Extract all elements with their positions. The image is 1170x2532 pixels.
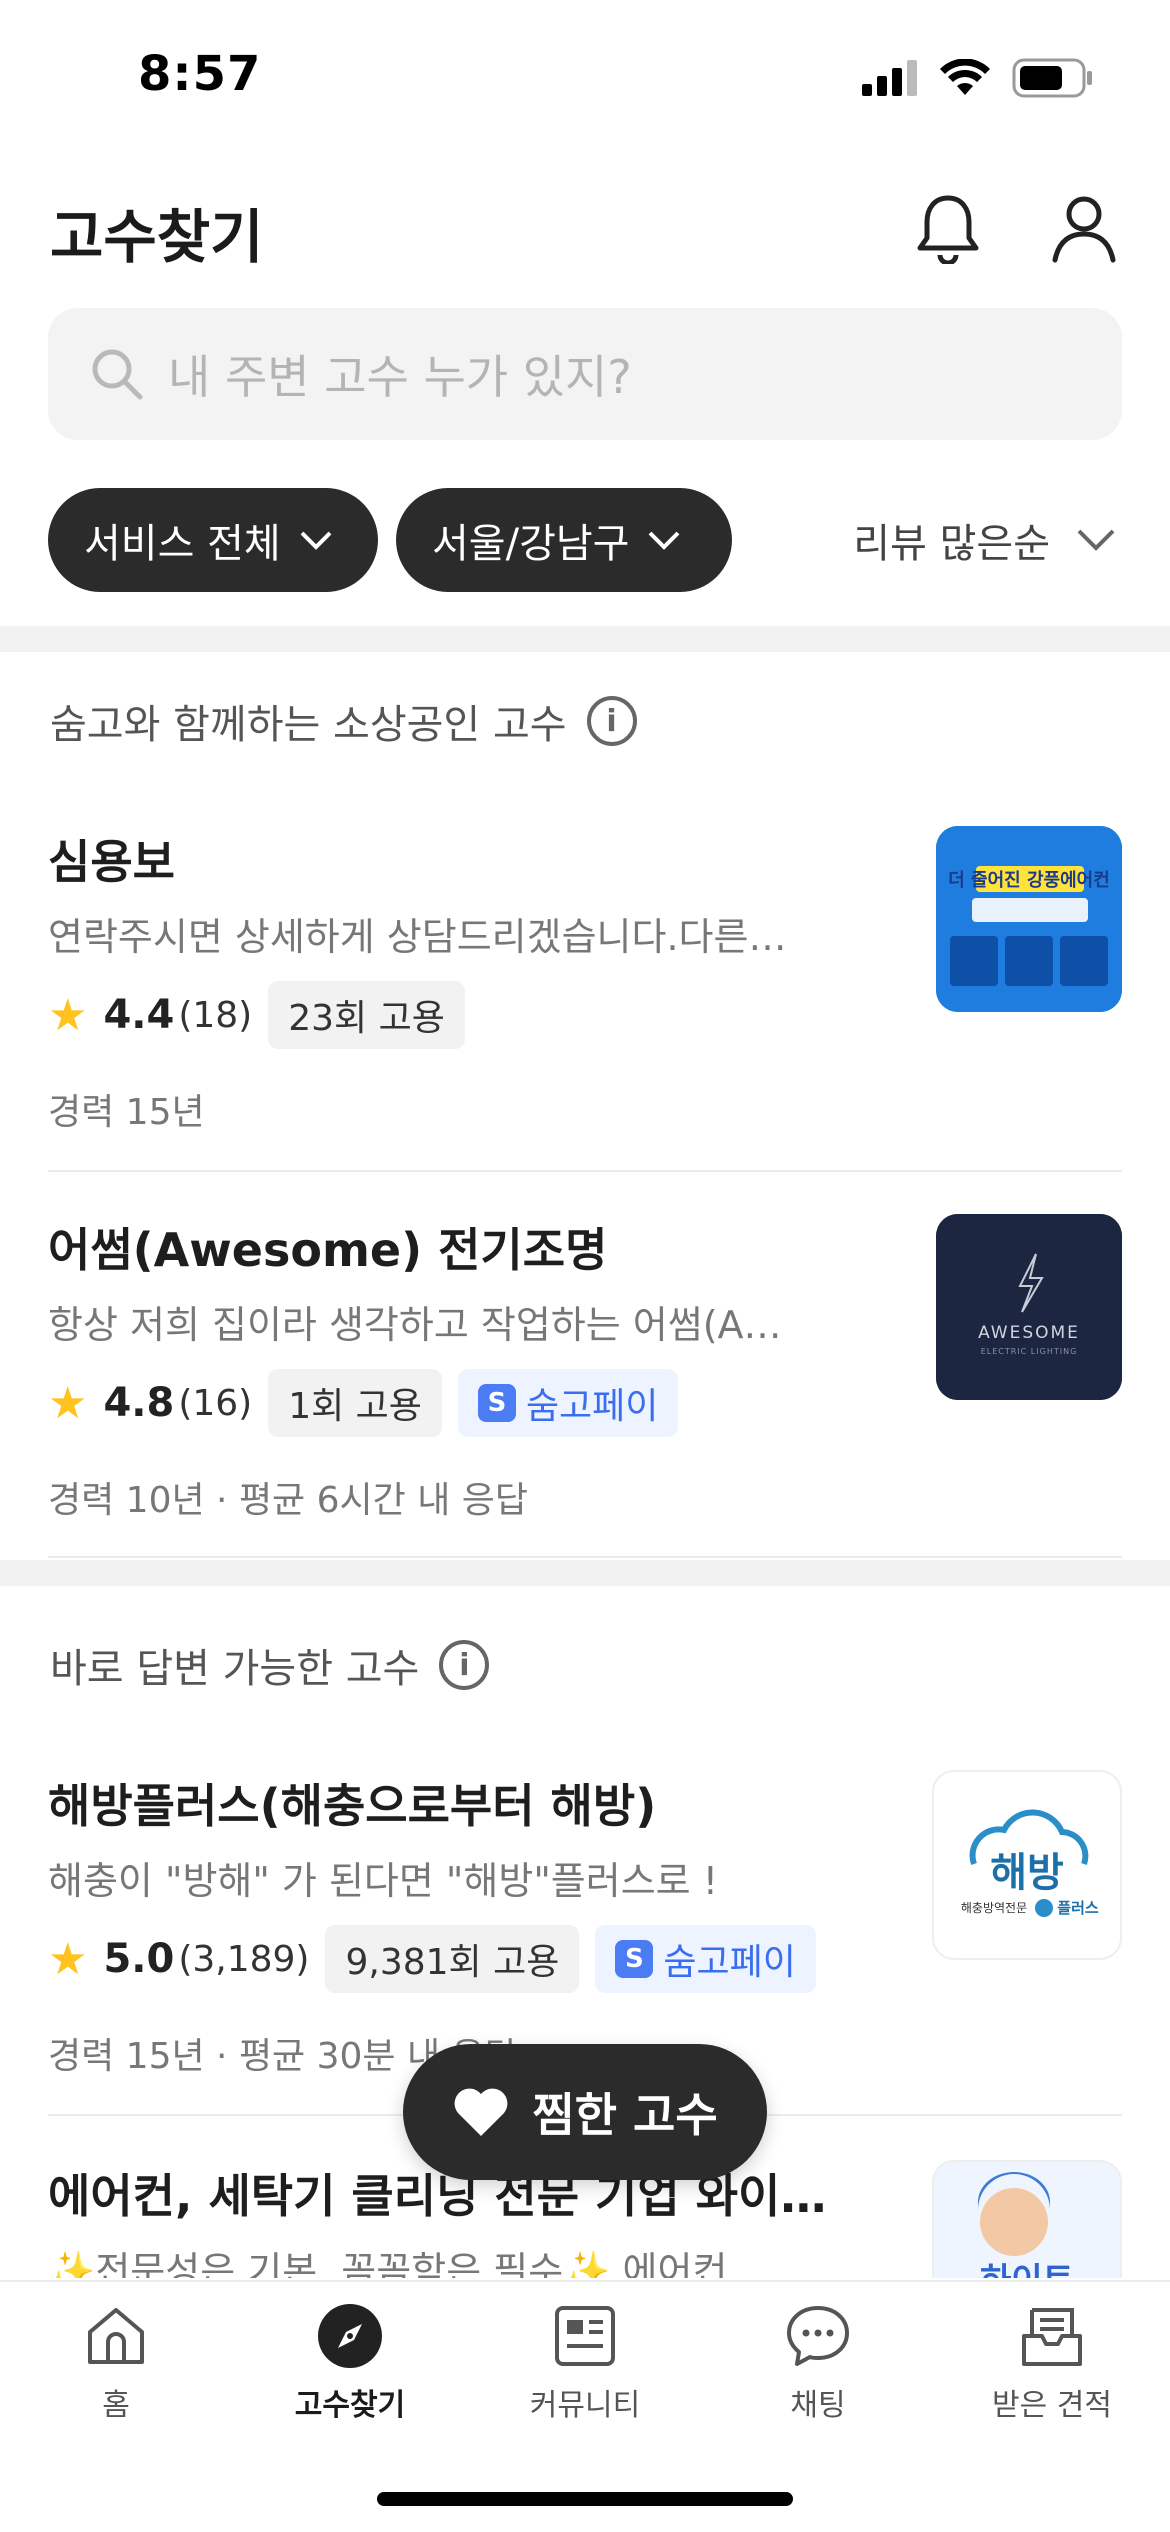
pro-card[interactable]: 어썸(Awesome) 전기조명 항상 저희 집이라 생각하고 작업하는 어썸(…	[48, 1214, 1122, 1523]
card-divider	[48, 1170, 1122, 1172]
pro-name: 심용보	[48, 835, 175, 889]
svg-text:해방: 해방	[990, 1850, 1064, 1896]
status-icons	[862, 58, 1094, 98]
pay-icon: S	[477, 1384, 516, 1422]
tab-received-quotes[interactable]: 받은 견적	[952, 2302, 1152, 2424]
haebang-logo-image: 해방 해충방역전문 플러스	[961, 1809, 1099, 1917]
battery-icon	[1012, 58, 1092, 98]
pay-icon: S	[615, 1940, 654, 1978]
tab-label: 커뮤니티	[529, 2388, 641, 2423]
pro-thumbnail: AWESOME ELECTRIC LIGHTING	[936, 1214, 1122, 1400]
chat-icon	[787, 2306, 849, 2366]
favorites-label: 찜한 고수	[532, 2088, 718, 2142]
tab-label: 홈	[102, 2388, 130, 2423]
bell-icon	[917, 195, 979, 264]
chevron-down-icon	[300, 531, 332, 550]
signal-icon	[862, 60, 917, 96]
review-count: (18)	[178, 994, 253, 1036]
pro-name: 어썸(Awesome) 전기조명	[48, 1223, 608, 1277]
svg-text:하이트: 하이트	[980, 2261, 1074, 2278]
pro-card[interactable]: 심용보 연락주시면 상세하게 상담드리겠습니다.다른… ★ 4.4 (18) 2…	[48, 826, 1122, 1135]
hire-count-badge: 23회 고용	[268, 981, 465, 1049]
region-filter-label: 서울/강남구	[432, 521, 630, 567]
pro-description: ✨전문성은 기본, 꼼꼼함은 필수✨ 에어컨 ,…	[48, 2249, 790, 2278]
status-bar: 8:57	[0, 0, 1170, 150]
svg-text:AWESOME: AWESOME	[978, 1323, 1080, 1343]
search-placeholder: 내 주변 고수 누가 있지?	[168, 350, 632, 404]
tab-label: 받은 견적	[992, 2388, 1112, 2423]
card-divider	[48, 1556, 1122, 1558]
info-icon[interactable]: i	[439, 1640, 490, 1690]
user-icon	[1052, 196, 1116, 263]
tab-find-pro[interactable]: 고수찾기	[250, 2302, 450, 2424]
pro-thumbnail: 더 줄어진 강풍에어컨	[936, 826, 1122, 1012]
white-logo-image: 하이트	[978, 2172, 1074, 2278]
service-filter-label: 서비스 전체	[84, 521, 281, 567]
svg-text:해충방역전문: 해충방역전문	[961, 1901, 1027, 1915]
star-icon: ★	[48, 1377, 88, 1429]
chevron-down-icon	[649, 531, 680, 550]
tab-chat[interactable]: 채팅	[718, 2302, 918, 2424]
awesome-logo-image: AWESOME ELECTRIC LIGHTING	[936, 1214, 1122, 1400]
home-indicator	[377, 2492, 793, 2506]
pro-name: 해방플러스(해충으로부터 해방)	[48, 1779, 657, 1833]
pay-label: 숨고페이	[663, 1942, 796, 1983]
filter-bar: 서비스 전체 서울/강남구 리뷰 많은순	[48, 488, 1122, 592]
rating-value: 4.4	[103, 992, 175, 1038]
star-icon: ★	[48, 1933, 88, 1985]
pay-label: 숨고페이	[525, 1386, 659, 1427]
hire-count-badge: 1회 고용	[268, 1369, 442, 1437]
sort-label: 리뷰 많은순	[853, 521, 1050, 567]
tab-home[interactable]: 홈	[16, 2302, 216, 2424]
section-divider	[0, 626, 1170, 652]
compass-icon	[318, 2304, 382, 2368]
wifi-icon	[940, 59, 990, 95]
inbox-icon	[1022, 2308, 1082, 2366]
pro-card[interactable]: 해방플러스(해충으로부터 해방) 해충이 "방해" 가 된다면 "해방"플러스로…	[48, 1770, 1122, 2079]
svg-text:더 줄어진 강풍에어컨: 더 줄어진 강풍에어컨	[948, 870, 1110, 891]
section-title-small-business: 숨고와 함께하는 소상공인 고수 i	[50, 692, 637, 750]
region-filter-chip[interactable]: 서울/강남구	[396, 488, 732, 592]
notification-button[interactable]	[910, 190, 986, 266]
soomgo-pay-badge: S 숨고페이	[595, 1925, 816, 1993]
pro-experience: 경력 10년 · 평균 6시간 내 응답	[48, 1480, 529, 1521]
ad-thumbnail-image: 더 줄어진 강풍에어컨	[936, 826, 1122, 1012]
heart-icon	[454, 2088, 508, 2136]
community-icon	[555, 2306, 615, 2366]
star-icon: ★	[48, 989, 88, 1041]
svg-text:플러스: 플러스	[1057, 1899, 1099, 1917]
status-time: 8:57	[138, 46, 262, 102]
pro-description: 연락주시면 상세하게 상담드리겠습니다.다른…	[48, 915, 787, 959]
section-title-quick-reply: 바로 답변 가능한 고수 i	[50, 1636, 490, 1694]
pro-experience: 경력 15년	[48, 1092, 205, 1133]
rating-value: 4.8	[103, 1380, 175, 1426]
pro-thumbnail: 하이트	[932, 2160, 1122, 2278]
rating-value: 5.0	[103, 1936, 175, 1982]
section-divider	[0, 1560, 1170, 1586]
profile-button[interactable]	[1046, 190, 1122, 266]
tab-community[interactable]: 커뮤니티	[485, 2302, 685, 2424]
sort-dropdown[interactable]: 리뷰 많은순	[853, 488, 1122, 592]
section-title-text: 바로 답변 가능한 고수	[50, 1646, 420, 1692]
home-icon	[88, 2308, 144, 2364]
page-title: 고수찾기	[50, 203, 264, 271]
search-icon	[92, 349, 143, 400]
pro-description: 항상 저희 집이라 생각하고 작업하는 어썸(A…	[48, 1303, 782, 1347]
tab-label: 채팅	[790, 2388, 846, 2423]
review-count: (16)	[178, 1382, 253, 1424]
review-count: (3,189)	[178, 1938, 310, 1980]
section-title-text: 숨고와 함께하는 소상공인 고수	[50, 702, 567, 748]
pro-thumbnail: 해방 해충방역전문 플러스	[932, 1770, 1122, 1960]
service-filter-chip[interactable]: 서비스 전체	[48, 488, 378, 592]
pro-description: 해충이 "방해" 가 된다면 "해방"플러스로 !	[48, 1859, 718, 1903]
chevron-down-icon	[1077, 529, 1115, 551]
search-input[interactable]: 내 주변 고수 누가 있지?	[48, 308, 1122, 440]
soomgo-pay-badge: S 숨고페이	[457, 1369, 679, 1437]
tab-label: 고수찾기	[294, 2388, 406, 2423]
header: 고수찾기	[0, 170, 1170, 290]
svg-text:ELECTRIC LIGHTING: ELECTRIC LIGHTING	[981, 1347, 1078, 1356]
hire-count-badge: 9,381회 고용	[325, 1925, 580, 1993]
favorites-button[interactable]: 찜한 고수	[403, 2044, 767, 2180]
info-icon[interactable]: i	[586, 696, 637, 746]
